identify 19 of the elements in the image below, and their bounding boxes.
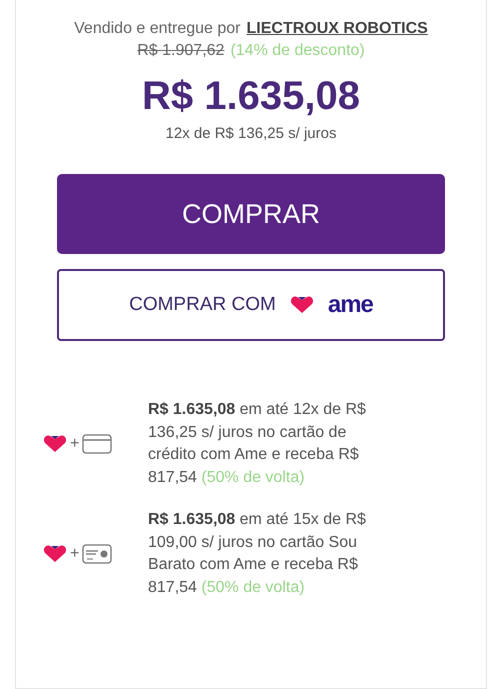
ame-buy-button[interactable]: COMPRAR COM ame [57, 269, 445, 341]
ame-logo: ame [328, 291, 373, 319]
buy-button[interactable]: COMPRAR [57, 174, 445, 254]
discount-text: (14% de desconto) [230, 42, 365, 60]
seller-label: Vendido e entregue por [74, 20, 240, 38]
credit-card-icon [82, 434, 112, 454]
seller-link[interactable]: LIECTROUX ROBOTICS [246, 20, 428, 38]
offer-text: R$ 1.635,08 em até 15x de R$ 109,00 s/ juros no cartão Sou Barato com Ame e receba R$ 817,54 (50% de volta) [148, 510, 367, 598]
heart-icon [43, 435, 67, 453]
card-icon [82, 544, 112, 564]
old-price: R$ 1.907,62 [137, 42, 224, 60]
installments-text: 12x de R$ 136,25 s/ juros [166, 125, 336, 142]
offer-text: R$ 1.635,08 em até 12x de R$ 136,25 s/ juros no cartão de crédito com Ame e receba R$ 817,54 (50% de volta) [148, 400, 367, 488]
plus-sign: + [70, 435, 80, 453]
price: R$ 1.635,08 [142, 74, 360, 119]
plus-sign: + [70, 545, 80, 563]
ame-button-label: COMPRAR COM [129, 294, 276, 316]
heart-icon [43, 545, 67, 563]
heart-icon [290, 296, 314, 314]
